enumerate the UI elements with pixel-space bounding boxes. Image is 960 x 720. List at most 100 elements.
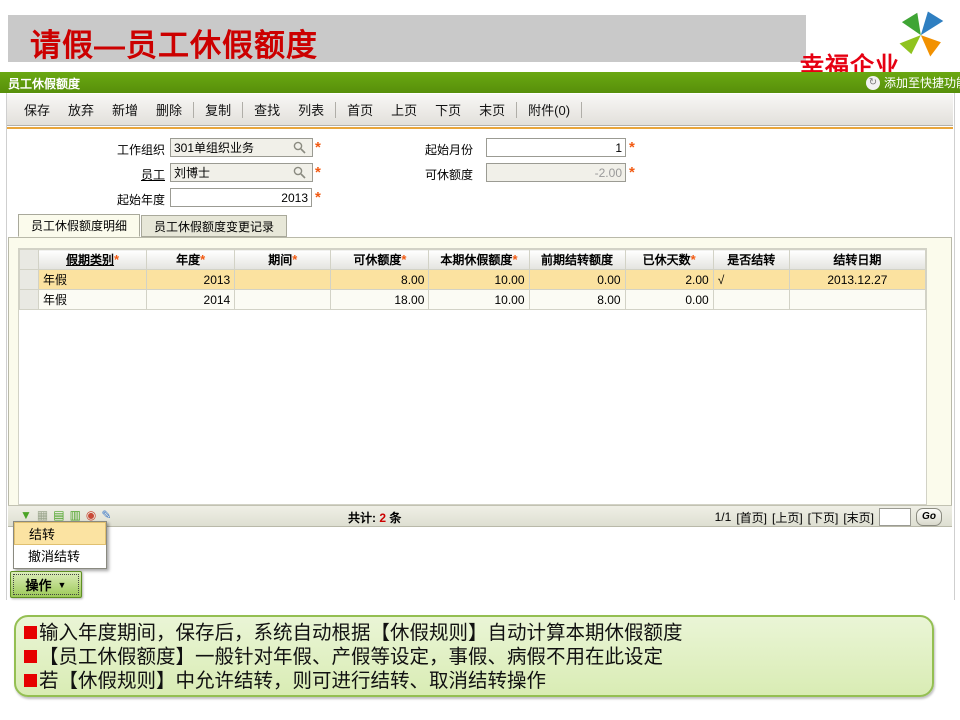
cell-leave-type[interactable]: 年假 <box>39 290 147 310</box>
note-line: 【员工休假额度】一般针对年假、产假等设定，事假、病假不用在此设定 <box>24 645 924 669</box>
note-line: 若【休假规则】中允许结转，则可进行结转、取消结转操作 <box>24 669 924 693</box>
next-page-button[interactable]: 下页 <box>426 100 470 119</box>
discard-button[interactable]: 放弃 <box>59 100 103 119</box>
toolbar-divider <box>242 102 243 118</box>
work-org-lookup-icon[interactable] <box>293 141 306 154</box>
col-current-quota[interactable]: 本期休假额度* <box>429 250 529 270</box>
table-row[interactable]: 年假 2013 8.00 10.00 0.00 2.00 √ 2013.12.2… <box>20 270 926 290</box>
table-row[interactable]: 年假 2014 18.00 10.00 8.00 0.00 <box>20 290 926 310</box>
notes-box: 输入年度期间，保存后，系统自动根据【休假规则】自动计算本期休假额度 【员工休假额… <box>14 615 934 697</box>
next-page-link[interactable]: [下页] <box>808 509 839 526</box>
col-carryover-date[interactable]: 结转日期 <box>789 250 925 270</box>
prev-page-button[interactable]: 上页 <box>382 100 426 119</box>
table-header-row: 假期类别* 年度* 期间* 可休额度* 本期休假额度* 前期结转额度 已休天数*… <box>20 250 926 270</box>
cell-leave-type[interactable]: 年假 <box>39 270 147 290</box>
start-year-label: 起始年度 <box>55 191 165 208</box>
toolbar-divider <box>335 102 336 118</box>
operation-button-label: 操作 <box>26 575 52 594</box>
required-marker: * <box>315 166 321 180</box>
add-to-quick-actions[interactable]: ↻ 添加至快捷功能 <box>866 74 960 91</box>
attachment-button[interactable]: 附件(0) <box>519 100 579 119</box>
row-selector-header <box>20 250 39 270</box>
work-org-input[interactable] <box>170 138 313 157</box>
cell-is-carryover[interactable]: √ <box>713 270 789 290</box>
first-page-button[interactable]: 首页 <box>338 100 382 119</box>
col-period[interactable]: 期间* <box>235 250 331 270</box>
operation-menu: 结转 撤消结转 <box>13 521 107 569</box>
first-page-link[interactable]: [首页] <box>736 509 767 526</box>
toolbar: 保存 放弃 新增 删除 复制 查找 列表 首页 上页 下页 末页 附件(0) <box>7 94 953 126</box>
quick-action-label: 添加至快捷功能 <box>884 74 960 91</box>
bullet-icon <box>24 674 37 687</box>
cell-days-taken[interactable]: 2.00 <box>625 270 713 290</box>
tab-change-log[interactable]: 员工休假额度变更记录 <box>141 215 287 237</box>
required-marker: * <box>629 166 635 180</box>
pinwheel-icon <box>896 10 948 58</box>
cell-carryover-quota[interactable]: 0.00 <box>529 270 625 290</box>
toolbar-divider <box>193 102 194 118</box>
app-bar-title: 员工休假额度 <box>8 75 80 92</box>
menu-item-undo-carryover[interactable]: 撤消结转 <box>14 545 106 568</box>
new-button[interactable]: 新增 <box>103 100 147 119</box>
save-button[interactable]: 保存 <box>15 100 59 119</box>
app-bar: 员工休假额度 ↻ 添加至快捷功能 <box>0 72 960 93</box>
cell-year[interactable]: 2014 <box>147 290 235 310</box>
cell-carryover-date[interactable] <box>789 290 925 310</box>
operation-button[interactable]: 操作 ▼ <box>10 571 82 598</box>
col-days-taken[interactable]: 已休天数* <box>625 250 713 270</box>
tab-quota-detail[interactable]: 员工休假额度明细 <box>18 214 140 237</box>
delete-button[interactable]: 删除 <box>147 100 191 119</box>
col-is-carryover[interactable]: 是否结转 <box>713 250 789 270</box>
work-org-label: 工作组织 <box>55 141 165 158</box>
menu-item-carryover[interactable]: 结转 <box>14 522 106 545</box>
grid-area: 假期类别* 年度* 期间* 可休额度* 本期休假额度* 前期结转额度 已休天数*… <box>18 248 927 505</box>
cell-available-quota[interactable]: 18.00 <box>331 290 429 310</box>
brand-logo: 幸福企业 <box>800 10 958 72</box>
cell-is-carryover[interactable] <box>713 290 789 310</box>
cell-days-taken[interactable]: 0.00 <box>625 290 713 310</box>
employee-lookup-icon[interactable] <box>293 166 306 179</box>
page-number-input[interactable] <box>879 508 911 526</box>
go-button[interactable]: Go <box>916 508 942 526</box>
page-indicator: 1/1 <box>715 510 732 524</box>
find-button[interactable]: 查找 <box>245 100 289 119</box>
required-marker: * <box>629 141 635 155</box>
required-marker: * <box>315 191 321 205</box>
total-count: 共计: 2 条 <box>348 509 401 526</box>
row-selector[interactable] <box>20 290 39 310</box>
cell-carryover-quota[interactable]: 8.00 <box>529 290 625 310</box>
toolbar-divider <box>581 102 582 118</box>
last-page-link[interactable]: [末页] <box>843 509 874 526</box>
available-quota-input <box>486 163 626 182</box>
cell-period[interactable] <box>235 270 331 290</box>
header-form: 工作组织 * 员工 * 起始年度 * 起始月份 * 可休额度 * <box>7 129 953 213</box>
last-page-button[interactable]: 末页 <box>470 100 514 119</box>
col-available-quota[interactable]: 可休额度* <box>331 250 429 270</box>
required-marker: * <box>315 141 321 155</box>
row-selector[interactable] <box>20 270 39 290</box>
cell-carryover-date[interactable]: 2013.12.27 <box>789 270 925 290</box>
start-month-label: 起始月份 <box>363 141 473 158</box>
dropdown-arrow-icon: ▼ <box>58 580 67 590</box>
col-year[interactable]: 年度* <box>147 250 235 270</box>
list-button[interactable]: 列表 <box>289 100 333 119</box>
start-year-input[interactable] <box>170 188 312 207</box>
grid-footer: ▼ ▦ ▤ ▥ ◉ ✎ 共计: 2 条 1/1 [首页] [上页] [下页] [… <box>8 505 952 526</box>
quota-table: 假期类别* 年度* 期间* 可休额度* 本期休假额度* 前期结转额度 已休天数*… <box>19 249 926 310</box>
cell-period[interactable] <box>235 290 331 310</box>
pagination: 1/1 [首页] [上页] [下页] [末页] Go <box>715 508 942 526</box>
bullet-icon <box>24 626 37 639</box>
cell-available-quota[interactable]: 8.00 <box>331 270 429 290</box>
start-month-input[interactable] <box>486 138 626 157</box>
cell-year[interactable]: 2013 <box>147 270 235 290</box>
copy-button[interactable]: 复制 <box>196 100 240 119</box>
cell-current-quota[interactable]: 10.00 <box>429 290 529 310</box>
employee-label[interactable]: 员工 <box>55 166 165 183</box>
cell-current-quota[interactable]: 10.00 <box>429 270 529 290</box>
bullet-icon <box>24 650 37 663</box>
prev-page-link[interactable]: [上页] <box>772 509 803 526</box>
col-carryover-quota[interactable]: 前期结转额度 <box>529 250 625 270</box>
quick-action-icon: ↻ <box>866 76 880 90</box>
employee-input[interactable] <box>170 163 313 182</box>
col-leave-type[interactable]: 假期类别* <box>39 250 147 270</box>
